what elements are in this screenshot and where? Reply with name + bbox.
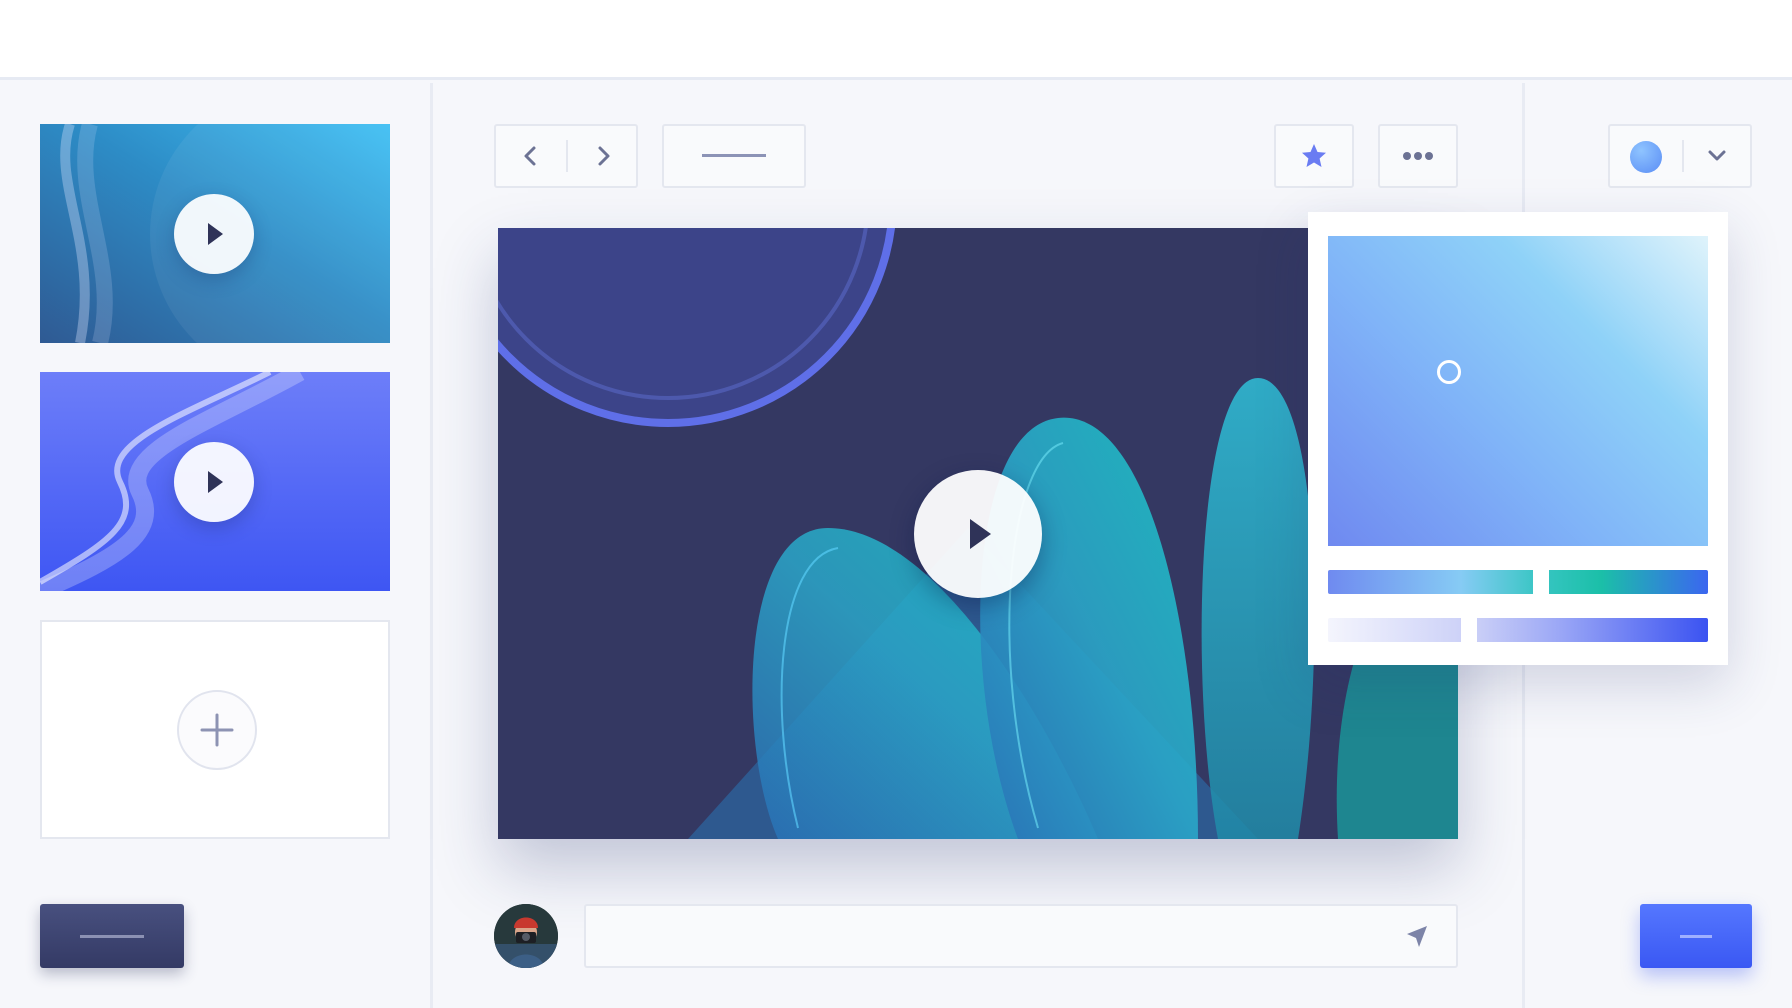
- next-button[interactable]: [568, 126, 638, 186]
- play-icon: [970, 519, 991, 549]
- button-label-placeholder: [1680, 935, 1712, 938]
- color-picker-popup: [1308, 212, 1728, 665]
- left-divider: [430, 83, 433, 1008]
- play-button[interactable]: [174, 442, 254, 522]
- star-icon: [1302, 144, 1326, 167]
- add-button[interactable]: [177, 690, 257, 770]
- button-label-placeholder: [80, 935, 144, 938]
- toolbar-label-button[interactable]: [662, 124, 806, 188]
- secondary-action-button[interactable]: [40, 904, 184, 968]
- chevron-down-icon: [1708, 150, 1726, 161]
- play-button[interactable]: [174, 194, 254, 274]
- button-label-placeholder: [702, 154, 766, 157]
- chevron-right-icon: [598, 146, 610, 166]
- plus-icon: [200, 713, 234, 747]
- more-options-button[interactable]: [1378, 124, 1458, 188]
- previous-button[interactable]: [496, 126, 566, 186]
- video-thumbnail-1[interactable]: [40, 124, 390, 343]
- favorite-button[interactable]: [1274, 124, 1354, 188]
- dropdown-toggle[interactable]: [1684, 126, 1750, 186]
- opacity-slider[interactable]: [1328, 615, 1708, 645]
- send-icon: [1407, 926, 1427, 947]
- chevron-left-icon: [524, 146, 536, 166]
- play-icon: [208, 223, 223, 245]
- user-avatar-image: [494, 904, 558, 968]
- top-bar: [0, 0, 1792, 80]
- color-swatch: [1630, 141, 1662, 173]
- play-icon: [208, 471, 223, 493]
- comment-input[interactable]: [584, 904, 1458, 968]
- more-horizontal-icon: [1403, 152, 1433, 160]
- color-select[interactable]: [1608, 124, 1752, 188]
- primary-action-button[interactable]: [1640, 904, 1752, 968]
- video-thumbnail-2[interactable]: [40, 372, 390, 591]
- hue-slider-thumb[interactable]: [1532, 567, 1549, 597]
- send-button[interactable]: [1392, 912, 1442, 962]
- add-video-card[interactable]: [40, 620, 390, 839]
- opacity-slider-thumb[interactable]: [1460, 615, 1477, 645]
- navigation-group: [494, 124, 638, 188]
- saturation-value-area[interactable]: [1328, 236, 1708, 546]
- hue-slider[interactable]: [1328, 567, 1708, 597]
- main-play-button[interactable]: [914, 470, 1042, 598]
- avatar[interactable]: [494, 904, 558, 968]
- color-handle[interactable]: [1437, 360, 1461, 384]
